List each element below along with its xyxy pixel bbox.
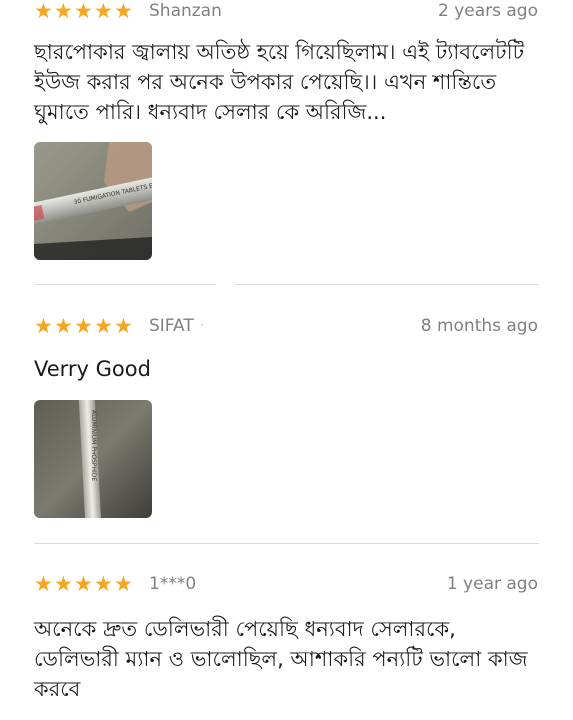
star-icon: ★ xyxy=(54,572,73,596)
star-rating: ★ ★ ★ ★ ★ xyxy=(34,572,133,596)
star-rating: ★ ★ ★ ★ ★ xyxy=(34,314,133,338)
reviewer-name-fade: · xyxy=(199,316,205,336)
divider xyxy=(34,284,216,285)
star-icon: ★ xyxy=(74,0,93,23)
review-meta: ★ ★ ★ ★ ★ 1***0 1 year ago xyxy=(0,561,573,607)
star-icon: ★ xyxy=(114,572,133,596)
review-text[interactable]: ছারপোকার জ্বালায় অতিষ্ঠ হয়ে গিয়েছিলাম… xyxy=(34,37,539,127)
star-icon: ★ xyxy=(114,314,133,338)
review-item: ★ ★ ★ ★ ★ 1***0 1 year ago অনেকে দ্রুত ড… xyxy=(0,561,573,701)
star-icon: ★ xyxy=(34,0,53,23)
review-meta: ★ ★ ★ ★ ★ Shanzan 2 years ago xyxy=(0,0,573,34)
star-icon: ★ xyxy=(114,0,133,23)
star-icon: ★ xyxy=(94,314,113,338)
reviewer-name: 1***0 xyxy=(149,574,197,594)
reviewer-name: SIFAT · xyxy=(149,315,205,337)
photo-tube-image: 30 FUMIGATION TABLETS EACH TABLET GENERA… xyxy=(34,142,152,260)
photo-tube-image: ALUMINIUM PHOSPHIDE xyxy=(34,400,152,518)
review-text[interactable]: Verry Good xyxy=(34,354,539,384)
review-item: ★ ★ ★ ★ ★ Shanzan 2 years ago ছারপোকার জ… xyxy=(0,0,573,260)
divider xyxy=(34,543,539,544)
star-rating: ★ ★ ★ ★ ★ xyxy=(34,0,133,23)
review-meta: ★ ★ ★ ★ ★ SIFAT · 8 months ago xyxy=(0,303,573,349)
star-icon: ★ xyxy=(54,0,73,23)
review-photo[interactable]: ALUMINIUM PHOSPHIDE xyxy=(34,400,152,518)
star-icon: ★ xyxy=(94,572,113,596)
reviewer-name-text: SIFAT xyxy=(149,316,194,336)
review-photo[interactable]: 30 FUMIGATION TABLETS EACH TABLET GENERA… xyxy=(34,142,152,260)
reviewer-name: Shanzan xyxy=(149,1,222,21)
star-icon: ★ xyxy=(34,314,53,338)
star-icon: ★ xyxy=(34,572,53,596)
review-time: 1 year ago xyxy=(446,574,538,594)
review-time: 8 months ago xyxy=(420,316,538,336)
star-icon: ★ xyxy=(54,314,73,338)
review-text[interactable]: অনেকে দ্রুত ডেলিভারী পেয়েছি ধন্যবাদ সেল… xyxy=(34,614,539,704)
star-icon: ★ xyxy=(74,572,93,596)
star-icon: ★ xyxy=(94,0,113,23)
divider xyxy=(235,284,539,285)
review-time: 2 years ago xyxy=(437,1,538,21)
review-item: ★ ★ ★ ★ ★ SIFAT · 8 months ago Verry Goo… xyxy=(0,303,573,518)
tube-label-text: ALUMINIUM PHOSPHIDE xyxy=(90,410,97,481)
star-icon: ★ xyxy=(74,314,93,338)
